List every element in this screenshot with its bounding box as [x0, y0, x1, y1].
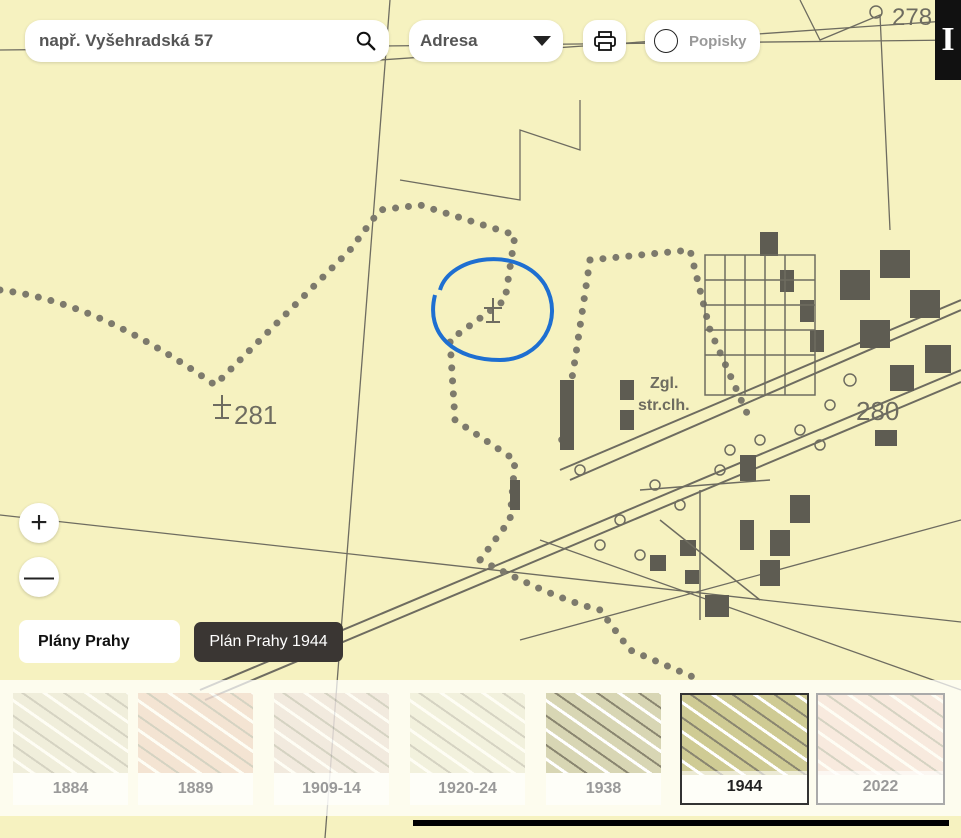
- printer-icon: [593, 31, 616, 51]
- search-input[interactable]: [37, 30, 355, 52]
- timeline-strip: 1884 1889 1909-14 1920-24 1938 1944 2022: [0, 680, 961, 816]
- timeline-thumbnail: [546, 693, 661, 773]
- timeline-thumbnail: [274, 693, 389, 773]
- timeline-thumbnail: [138, 693, 253, 773]
- current-plan-label: Plán Prahy 1944: [194, 622, 343, 662]
- labels-toggle[interactable]: Popisky: [645, 20, 760, 62]
- timeline-item-1944[interactable]: 1944: [680, 693, 809, 805]
- elevation-label-280: 280: [856, 396, 899, 426]
- timeline-item-1920-24[interactable]: 1920-24: [410, 693, 525, 805]
- timeline-item-1884[interactable]: 1884: [13, 693, 128, 805]
- search-icon[interactable]: [355, 30, 377, 52]
- timeline-item-2022[interactable]: 2022: [816, 693, 945, 805]
- timeline-year: 1884: [13, 773, 128, 805]
- elevation-label-278: 278: [892, 4, 932, 31]
- elevation-label-281: 281: [234, 400, 277, 430]
- timeline-year: 2022: [818, 771, 943, 803]
- timeline-thumbnail: [818, 695, 943, 775]
- timeline-year: 1944: [682, 771, 807, 803]
- chevron-down-icon: [533, 36, 551, 46]
- labels-toggle-label: Popisky: [689, 32, 747, 50]
- timeline-scrollbar[interactable]: [413, 820, 949, 826]
- search-box: [25, 20, 389, 62]
- radio-icon[interactable]: [654, 29, 678, 53]
- timeline-item-1909-14[interactable]: 1909-14: [274, 693, 389, 805]
- print-button[interactable]: [583, 20, 626, 62]
- timeline-thumbnail: [13, 693, 128, 773]
- map-label-brickyard: Zgl.: [650, 375, 678, 392]
- timeline-item-1889[interactable]: 1889: [138, 693, 253, 805]
- zoom-in-button[interactable]: +: [19, 503, 59, 543]
- info-button[interactable]: I: [935, 0, 961, 80]
- timeline-year: 1909-14: [274, 773, 389, 805]
- zoom-out-button[interactable]: —: [19, 557, 59, 597]
- plans-button[interactable]: Plány Prahy: [19, 620, 180, 663]
- timeline-thumbnail: [410, 693, 525, 773]
- timeline-year: 1920-24: [410, 773, 525, 805]
- timeline-year: 1938: [546, 773, 661, 805]
- search-type-dropdown[interactable]: Adresa: [409, 20, 563, 62]
- search-type-value: Adresa: [420, 31, 478, 50]
- timeline-item-1938[interactable]: 1938: [546, 693, 661, 805]
- timeline-thumbnail: [682, 695, 807, 775]
- map-label-brickyard-2: str.clh.: [638, 397, 690, 414]
- timeline-year: 1889: [138, 773, 253, 805]
